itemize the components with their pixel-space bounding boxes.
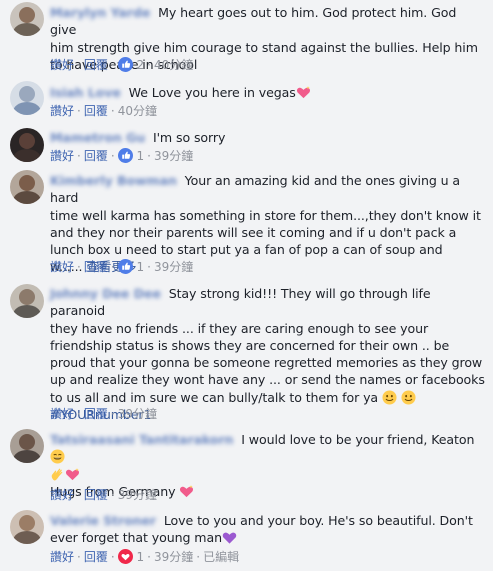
timestamp[interactable]: 39分鐘 <box>154 550 193 564</box>
comment-actions: 讚好 · 回覆 · 1 · 39分鐘 <box>50 259 194 274</box>
comment-text: Stay strong kid!!! They will go through … <box>50 286 485 405</box>
like-button[interactable]: 讚好 <box>50 407 74 421</box>
comment-author[interactable]: Valerie Stroner <box>50 513 156 528</box>
timestamp[interactable]: 39分鐘 <box>154 149 193 163</box>
reaction-count[interactable]: 1 <box>137 149 145 163</box>
like-button[interactable]: 讚好 <box>50 550 74 564</box>
comment-actions: 讚好 · 回覆 · 1 · 39分鐘 · 已編輯 <box>50 549 240 564</box>
avatar[interactable] <box>10 81 44 115</box>
purple-heart-icon <box>222 532 237 544</box>
reply-button[interactable]: 回覆 <box>84 260 108 274</box>
sparkling-heart-icon <box>180 485 194 498</box>
smiling-face-icon <box>401 390 416 405</box>
comment-author[interactable]: Isiah Love <box>50 85 121 100</box>
like-button[interactable]: 讚好 <box>50 260 74 274</box>
comment-actions: 讚好 · 回覆 · 2 · 40分鐘 <box>50 57 194 72</box>
avatar[interactable] <box>10 170 44 204</box>
comment-text: We Love you here in vegas <box>128 85 296 100</box>
comment-text: I would love to be your friend, Keaton <box>241 432 479 447</box>
comment-author[interactable]: Mametron Gu <box>50 130 145 145</box>
reaction-count[interactable]: 2 <box>137 58 145 72</box>
like-button[interactable]: 讚好 <box>50 58 74 72</box>
avatar[interactable] <box>10 510 44 544</box>
like-button[interactable]: 讚好 <box>50 104 74 118</box>
waving-hand-icon <box>51 468 63 481</box>
timestamp[interactable]: 40分鐘 <box>118 104 157 118</box>
comment-author[interactable]: Johnny Dee Dee <box>50 286 161 301</box>
smiling-face-icon <box>382 390 397 405</box>
comment-actions: 讚好 · 回覆 · 1 · 39分鐘 <box>50 148 194 163</box>
sparkling-heart-icon <box>65 467 80 480</box>
comment-actions: 讚好 · 回覆 · 39分鐘 <box>50 407 157 421</box>
reaction-count[interactable]: 1 <box>137 550 145 564</box>
comment-author[interactable]: Marylyn Yarde <box>50 5 150 20</box>
avatar[interactable] <box>10 284 44 318</box>
timestamp[interactable]: 39分鐘 <box>154 260 193 274</box>
edited-label[interactable]: 已編輯 <box>203 550 239 564</box>
comment-actions: 讚好 · 回覆 · 40分鐘 <box>50 104 157 118</box>
reply-button[interactable]: 回覆 <box>84 407 108 421</box>
like-button[interactable]: 讚好 <box>50 149 74 163</box>
comment-author[interactable]: Kimberly Bowman <box>50 173 177 188</box>
like-button[interactable]: 讚好 <box>50 488 74 502</box>
like-reaction-icon[interactable] <box>117 148 133 163</box>
reaction-count[interactable]: 1 <box>137 260 145 274</box>
timestamp[interactable]: 39分鐘 <box>118 488 157 502</box>
comment-actions: 讚好 · 回覆 · 39分鐘 <box>50 488 157 502</box>
sparkling-heart-icon <box>296 86 310 99</box>
reply-button[interactable]: 回覆 <box>84 104 108 118</box>
like-reaction-icon[interactable] <box>117 259 133 274</box>
comment-text: I'm so sorry <box>152 130 226 145</box>
love-reaction-icon[interactable] <box>117 549 133 564</box>
comment-body: Isiah Love We Love you here in vegas <box>50 84 486 101</box>
timestamp[interactable]: 39分鐘 <box>118 407 157 421</box>
like-reaction-icon[interactable] <box>117 57 133 72</box>
reply-button[interactable]: 回覆 <box>84 149 108 163</box>
avatar[interactable] <box>10 2 44 36</box>
avatar[interactable] <box>10 429 44 463</box>
avatar[interactable] <box>10 128 44 162</box>
reply-button[interactable]: 回覆 <box>84 58 108 72</box>
reply-button[interactable]: 回覆 <box>84 550 108 564</box>
timestamp[interactable]: 40分鐘 <box>154 58 193 72</box>
comment-body: Mametron Gu I'm so sorry <box>50 129 486 146</box>
comment-author[interactable]: Tatsiraasani Tantitarakorn <box>50 432 234 447</box>
comment-body: Valerie Stroner Love to you and your boy… <box>50 512 486 547</box>
reply-button[interactable]: 回覆 <box>84 488 108 502</box>
grinning-face-icon <box>50 449 65 464</box>
comment-body: Johnny Dee Dee Stay strong kid!!! They w… <box>50 285 486 423</box>
